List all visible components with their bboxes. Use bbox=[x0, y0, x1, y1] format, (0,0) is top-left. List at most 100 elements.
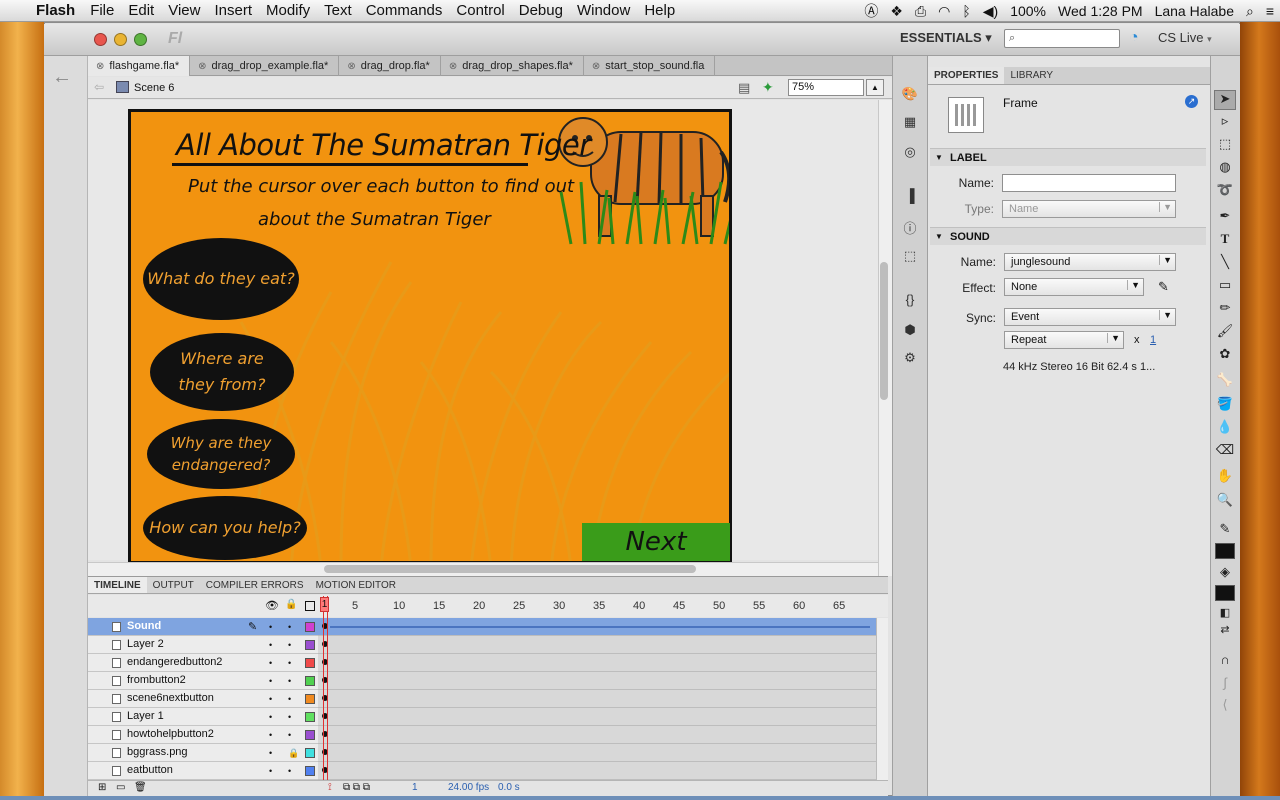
lasso-tool-icon[interactable]: ➰ bbox=[1214, 182, 1236, 202]
menu-commands[interactable]: Commands bbox=[359, 2, 450, 19]
menu-window[interactable]: Window bbox=[570, 2, 637, 19]
layer-row-layer-2[interactable]: Layer 2 • • bbox=[88, 636, 318, 654]
close-window-button[interactable] bbox=[94, 33, 107, 46]
volume-icon[interactable]: ◀) bbox=[977, 3, 1004, 20]
visibility-dot[interactable]: • bbox=[269, 676, 272, 686]
selection-tool-icon[interactable]: ➤ bbox=[1214, 90, 1236, 110]
lock-icon[interactable]: 🔒 bbox=[288, 748, 299, 759]
label-section-header[interactable]: LABEL bbox=[930, 148, 1206, 167]
clock[interactable]: Wed 1:28 PM bbox=[1052, 3, 1149, 19]
deco-tool-icon[interactable]: ✿ bbox=[1214, 346, 1236, 366]
adobe-menu-icon[interactable]: Ⓐ bbox=[858, 1, 884, 21]
layer-row-endangeredbutton2[interactable]: endangeredbutton2 • • bbox=[88, 654, 318, 672]
edit-scene-icon[interactable]: ▤ bbox=[738, 80, 750, 96]
outline-color-swatch[interactable] bbox=[305, 676, 315, 686]
frame-rate[interactable]: 24.00 fps bbox=[448, 782, 489, 793]
3d-rotation-tool-icon[interactable]: ◍ bbox=[1214, 159, 1236, 179]
cs-live-icon[interactable]: ◔ bbox=[1129, 29, 1139, 47]
tab-timeline[interactable]: TIMELINE bbox=[88, 577, 147, 593]
frames-layer-1[interactable] bbox=[318, 708, 876, 726]
align-icon[interactable]: ▐ bbox=[900, 188, 920, 206]
bone-icon[interactable]: ⚙ bbox=[900, 350, 920, 368]
motion-presets-icon[interactable]: ◎ bbox=[900, 144, 920, 162]
fill-color-bucket-icon[interactable]: ◈ bbox=[1214, 564, 1236, 584]
layer-row-howtohelpbutton2[interactable]: howtohelpbutton2 • • bbox=[88, 726, 318, 744]
zoom-window-button[interactable] bbox=[134, 33, 147, 46]
frame-name-input[interactable] bbox=[1002, 174, 1176, 192]
close-tab-icon[interactable]: ⊗ bbox=[96, 61, 104, 72]
edit-symbols-icon[interactable]: ✦ bbox=[762, 79, 774, 96]
repeat-dropdown[interactable]: Repeat ▼ bbox=[1004, 331, 1124, 349]
lock-dot[interactable]: • bbox=[288, 766, 291, 776]
menu-edit[interactable]: Edit bbox=[121, 2, 161, 19]
frames-frombutton2[interactable] bbox=[318, 672, 876, 690]
why-are-they-endangered-button[interactable]: Why are they endangered? bbox=[147, 419, 295, 489]
doc-tab-flashgame[interactable]: ⊗ flashgame.fla* bbox=[88, 56, 191, 76]
tab-motion-editor[interactable]: MOTION EDITOR bbox=[310, 577, 402, 593]
stroke-color-swatch[interactable] bbox=[1215, 543, 1235, 559]
eyedropper-tool-icon[interactable]: 💧 bbox=[1214, 419, 1236, 439]
layer-row-bggrass[interactable]: bggrass.png • 🔒 bbox=[88, 744, 318, 762]
stage-horizontal-scroll-thumb[interactable] bbox=[324, 565, 696, 573]
outline-color-swatch[interactable] bbox=[305, 658, 315, 668]
frames-layer-2[interactable] bbox=[318, 636, 876, 654]
swap-colors-icon[interactable]: ⇄ bbox=[1214, 623, 1236, 643]
how-can-you-help-button[interactable]: How can you help? bbox=[143, 496, 307, 560]
eraser-tool-icon[interactable]: ⌫ bbox=[1214, 442, 1236, 462]
sound-name-dropdown[interactable]: junglesound ▼ bbox=[1004, 253, 1176, 271]
rectangle-tool-icon[interactable]: ▭ bbox=[1214, 277, 1236, 297]
tab-library[interactable]: LIBRARY bbox=[1004, 67, 1059, 84]
menu-text[interactable]: Text bbox=[317, 2, 359, 19]
zoom-input[interactable]: 75% bbox=[788, 79, 864, 96]
zoom-dropdown-icon[interactable]: ▲ bbox=[866, 79, 884, 96]
close-tab-icon[interactable]: ⊗ bbox=[592, 61, 600, 72]
swatches-icon[interactable]: ▦ bbox=[900, 114, 920, 132]
edit-envelope-pencil-icon[interactable]: ✎ bbox=[1158, 279, 1169, 295]
doc-tab-drag-drop-example[interactable]: ⊗ drag_drop_example.fla* bbox=[190, 56, 340, 76]
what-do-they-eat-button[interactable]: What do they eat? bbox=[143, 238, 299, 320]
battery-status[interactable]: 100% bbox=[1004, 3, 1052, 19]
frames-sound[interactable] bbox=[318, 618, 876, 636]
cs-live-menu[interactable]: CS Live ▾ bbox=[1158, 30, 1212, 45]
free-transform-tool-icon[interactable]: ⬚ bbox=[1214, 136, 1236, 156]
smooth-icon[interactable]: ∫ bbox=[1214, 675, 1236, 695]
user-name[interactable]: Lana Halabe bbox=[1149, 3, 1240, 19]
bone-tool-icon[interactable]: 🦴 bbox=[1214, 372, 1236, 392]
tab-properties[interactable]: PROPERTIES bbox=[928, 67, 1005, 84]
lock-dot[interactable]: • bbox=[288, 640, 291, 650]
subselection-tool-icon[interactable]: ▹ bbox=[1214, 113, 1236, 133]
close-tab-icon[interactable]: ⊗ bbox=[198, 61, 206, 72]
next-button[interactable]: Next bbox=[582, 523, 730, 561]
stage-vertical-scroll-thumb[interactable] bbox=[880, 262, 888, 400]
eye-icon[interactable]: 👁 bbox=[265, 599, 279, 612]
close-tab-icon[interactable]: ⊗ bbox=[449, 61, 457, 72]
visibility-dot[interactable]: • bbox=[269, 640, 272, 650]
outline-color-swatch[interactable] bbox=[305, 622, 315, 632]
outline-color-swatch[interactable] bbox=[305, 694, 315, 704]
menu-modify[interactable]: Modify bbox=[259, 2, 317, 19]
layer-row-sound[interactable]: Sound ✎ • • bbox=[88, 618, 318, 636]
text-tool-icon[interactable]: T bbox=[1214, 231, 1236, 251]
menu-help[interactable]: Help bbox=[637, 2, 682, 19]
layer-row-layer-1[interactable]: Layer 1 • • bbox=[88, 708, 318, 726]
visibility-dot[interactable]: • bbox=[269, 694, 272, 704]
frames-endangeredbutton2[interactable] bbox=[318, 654, 876, 672]
paint-bucket-tool-icon[interactable]: 🪣 bbox=[1214, 396, 1236, 416]
notification-list-icon[interactable]: ≡ bbox=[1260, 3, 1280, 19]
line-tool-icon[interactable]: ╲ bbox=[1214, 254, 1236, 274]
center-frame-icon[interactable]: ⟟ bbox=[328, 782, 332, 793]
hand-tool-icon[interactable]: ✋ bbox=[1214, 468, 1236, 488]
snap-to-objects-icon[interactable]: ∩ bbox=[1214, 652, 1236, 672]
pencil-tool-icon[interactable]: ✏ bbox=[1214, 300, 1236, 320]
outline-color-swatch[interactable] bbox=[305, 766, 315, 776]
tab-output[interactable]: OUTPUT bbox=[147, 577, 200, 593]
layer-row-eatbutton[interactable]: eatbutton • • bbox=[88, 762, 318, 780]
wifi-icon[interactable]: ◠ bbox=[932, 3, 956, 20]
onion-skin-icon[interactable]: ⧉ ⧉ ⧉ bbox=[343, 782, 370, 793]
close-tab-icon[interactable]: ⊗ bbox=[347, 61, 355, 72]
printer-icon[interactable]: ⎙ bbox=[909, 3, 932, 20]
back-icon[interactable]: ⇦ bbox=[94, 80, 104, 94]
dropbox-icon[interactable]: ❖ bbox=[884, 3, 909, 20]
visibility-dot[interactable]: • bbox=[269, 712, 272, 722]
layer-row-frombutton2[interactable]: frombutton2 • • bbox=[88, 672, 318, 690]
